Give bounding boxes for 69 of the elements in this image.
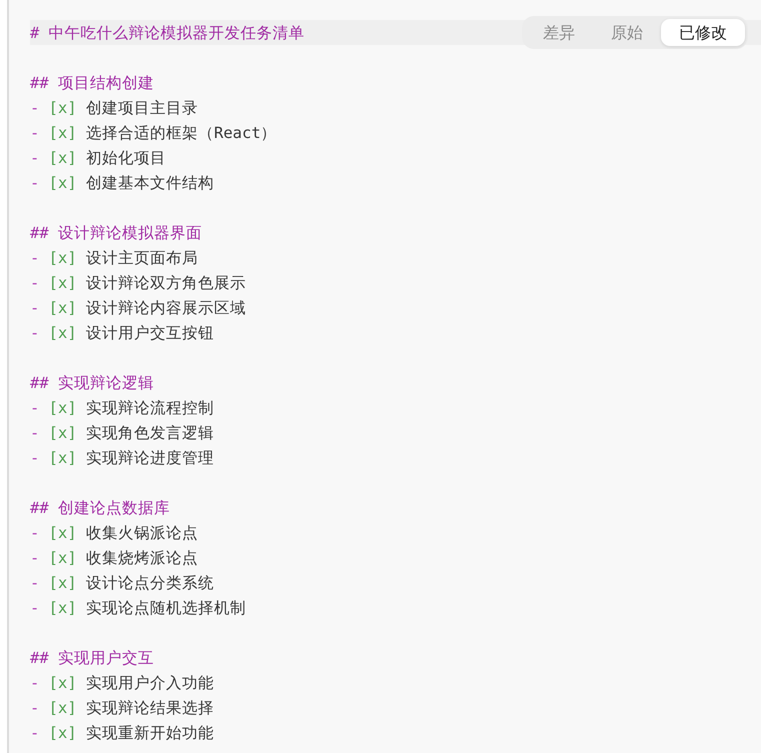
heading-marker: ## <box>30 648 49 668</box>
task-text: 设计用户交互按钮 <box>86 322 214 344</box>
list-bullet: - <box>30 548 40 568</box>
section-heading: 实现辩论逻辑 <box>58 372 154 394</box>
checkbox-marker: [x] <box>48 722 77 744</box>
list-bullet: - <box>30 448 40 468</box>
list-bullet: - <box>30 572 40 594</box>
heading-marker: ## <box>30 222 49 244</box>
task-text: 设计辩论双方角色展示 <box>86 272 246 294</box>
list-bullet: - <box>30 122 40 144</box>
document-title: 中午吃什么辩论模拟器开发任务清单 <box>48 22 305 44</box>
checkbox-marker: [x] <box>48 322 77 344</box>
view-tab[interactable]: 差异 <box>525 19 593 46</box>
task-text: 创建基本文件结构 <box>86 172 214 194</box>
task-text: 实现重新开始功能 <box>86 722 214 744</box>
list-bullet: - <box>30 272 40 294</box>
checkbox-marker: [x] <box>48 572 77 594</box>
list-bullet: - <box>30 522 40 544</box>
checkbox-marker: [x] <box>48 422 77 444</box>
list-bullet: - <box>30 422 40 444</box>
task-text: 收集烧烤派论点 <box>86 548 198 568</box>
checkbox-marker: [x] <box>48 122 77 144</box>
task-text: 设计辩论内容展示区域 <box>86 298 246 318</box>
section-heading: 项目结构创建 <box>58 72 154 94</box>
checkbox-marker: [x] <box>48 698 77 718</box>
list-bullet: - <box>30 722 40 744</box>
task-text: 创建项目主目录 <box>86 98 198 118</box>
checkbox-marker: [x] <box>48 672 77 694</box>
list-bullet: - <box>30 298 40 318</box>
checkbox-marker: [x] <box>48 272 77 294</box>
checkbox-marker: [x] <box>48 248 77 268</box>
heading-marker: # <box>30 22 40 44</box>
task-text: 选择合适的框架（React） <box>86 122 277 144</box>
checkbox-marker: [x] <box>48 398 77 418</box>
section-heading: 设计辩论模拟器界面 <box>58 222 202 244</box>
task-text: 收集火锅派论点 <box>86 522 198 544</box>
list-bullet: - <box>30 98 40 118</box>
task-text: 设计论点分类系统 <box>86 572 214 594</box>
task-text: 实现辩论进度管理 <box>86 448 214 468</box>
heading-marker: ## <box>30 498 49 518</box>
list-bullet: - <box>30 172 40 194</box>
view-tab[interactable]: 已修改 <box>661 19 745 46</box>
task-text: 实现角色发言逻辑 <box>86 422 214 444</box>
checkbox-marker: [x] <box>48 598 77 618</box>
list-bullet: - <box>30 148 40 168</box>
list-bullet: - <box>30 598 40 618</box>
list-bullet: - <box>30 248 40 268</box>
task-text: 实现论点随机选择机制 <box>86 598 246 618</box>
list-bullet: - <box>30 398 40 418</box>
list-bullet: - <box>30 322 40 344</box>
checkbox-marker: [x] <box>48 172 77 194</box>
view-tab[interactable]: 原始 <box>593 19 661 46</box>
task-text: 实现用户介入功能 <box>86 672 214 694</box>
task-text: 实现辩论流程控制 <box>86 398 214 418</box>
checkbox-marker: [x] <box>48 148 77 168</box>
task-text: 设计主页面布局 <box>86 248 198 268</box>
checkbox-marker: [x] <box>48 522 77 544</box>
checkbox-marker: [x] <box>48 448 77 468</box>
checkbox-marker: [x] <box>48 298 77 318</box>
list-bullet: - <box>30 672 40 694</box>
section-heading: 实现用户交互 <box>58 648 154 668</box>
heading-marker: ## <box>30 372 49 394</box>
list-bullet: - <box>30 698 40 718</box>
checkbox-marker: [x] <box>48 548 77 568</box>
task-text: 实现辩论结果选择 <box>86 698 214 718</box>
task-text: 初始化项目 <box>86 148 166 168</box>
checkbox-marker: [x] <box>48 98 77 118</box>
section-heading: 创建论点数据库 <box>58 498 170 518</box>
heading-marker: ## <box>30 72 49 94</box>
